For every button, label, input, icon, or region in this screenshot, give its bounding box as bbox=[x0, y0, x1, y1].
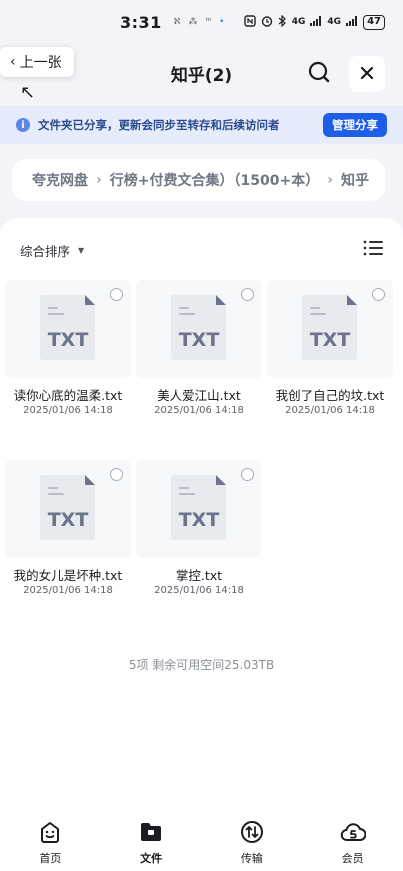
file-date: 2025/01/06 14:18 bbox=[154, 405, 244, 416]
share-notice-banner: i 文件夹已分享，更新会同步至转存和后续访问者 管理分享 bbox=[0, 106, 403, 144]
file-thumbnail[interactable]: TXT bbox=[267, 280, 393, 378]
file-thumbnail[interactable]: TXT bbox=[5, 460, 131, 558]
file-thumbnail[interactable]: TXT bbox=[136, 460, 262, 558]
nav-item-home[interactable]: 首页 bbox=[0, 820, 101, 871]
notification-dot-icon: • bbox=[219, 17, 225, 27]
list-view-icon[interactable] bbox=[363, 240, 383, 260]
breadcrumb-item[interactable]: 行榜+付费文合集）（1500+本） bbox=[110, 170, 319, 190]
select-radio[interactable] bbox=[110, 288, 123, 301]
home-face-icon bbox=[38, 820, 62, 847]
close-button[interactable] bbox=[349, 56, 385, 92]
previous-item-label: 上一张 bbox=[19, 55, 62, 71]
nav-label: 传输 bbox=[240, 852, 263, 865]
svg-text:TXT: TXT bbox=[179, 509, 220, 531]
txt-file-icon: TXT bbox=[39, 473, 97, 545]
folder-icon bbox=[139, 820, 163, 847]
previous-item-button[interactable]: ‹ 上一张 bbox=[0, 47, 74, 77]
signal-icon bbox=[310, 15, 322, 29]
notification-icon: ℵ bbox=[173, 17, 181, 27]
txt-file-icon: TXT bbox=[170, 473, 228, 545]
back-arrow-icon[interactable]: ↖ bbox=[20, 82, 35, 103]
nav-item-member[interactable]: 会员 bbox=[302, 820, 403, 871]
chevron-left-icon: ‹ bbox=[10, 54, 16, 70]
file-card[interactable]: TXT 美人爱江山.txt 2025/01/06 14:18 bbox=[136, 280, 262, 416]
sort-dropdown[interactable]: 综合排序 bbox=[20, 241, 70, 260]
notification-icons: ℵ ⁂ ᵐ • bbox=[174, 17, 225, 27]
share-notice-text: 文件夹已分享，更新会同步至转存和后续访问者 bbox=[38, 118, 280, 132]
file-date: 2025/01/06 14:18 bbox=[154, 585, 244, 596]
member-cloud-icon bbox=[340, 820, 367, 847]
file-thumbnail[interactable]: TXT bbox=[136, 280, 262, 378]
select-radio[interactable] bbox=[372, 288, 385, 301]
top-bar: ‹ 上一张 ↖ 知乎(2) bbox=[0, 44, 403, 103]
bottom-nav: 首页 文件 传输 会员 bbox=[0, 798, 403, 871]
status-bar: 3:31 ℵ ⁂ ᵐ • 4G 4G 47 bbox=[0, 0, 403, 44]
file-name: 掌控.txt bbox=[175, 568, 223, 583]
file-date: 2025/01/06 14:18 bbox=[23, 405, 113, 416]
txt-file-icon: TXT bbox=[301, 293, 359, 365]
file-name: 读你心底的温柔.txt bbox=[13, 388, 123, 403]
nav-item-transfer[interactable]: 传输 bbox=[202, 820, 303, 871]
breadcrumb: 夸克网盘 › 行榜+付费文合集）（1500+本） › 知乎 bbox=[12, 159, 385, 201]
svg-text:TXT: TXT bbox=[48, 509, 89, 531]
status-indicators: 4G 4G 47 bbox=[244, 14, 385, 30]
svg-text:TXT: TXT bbox=[310, 329, 351, 351]
search-icon bbox=[308, 61, 330, 87]
svg-text:TXT: TXT bbox=[179, 329, 220, 351]
transfer-icon bbox=[240, 820, 264, 847]
nav-label: 文件 bbox=[140, 852, 163, 865]
manage-share-button[interactable]: 管理分享 bbox=[323, 113, 387, 137]
header-actions bbox=[301, 56, 385, 92]
search-button[interactable] bbox=[301, 56, 337, 92]
file-card[interactable]: TXT 掌控.txt 2025/01/06 14:18 bbox=[136, 460, 262, 596]
info-icon: i bbox=[16, 118, 30, 132]
signal-icon bbox=[346, 15, 358, 29]
file-thumbnail[interactable]: TXT bbox=[5, 280, 131, 378]
nav-item-files[interactable]: 文件 bbox=[101, 820, 202, 871]
file-card[interactable]: TXT 我创了自己的坟.txt 2025/01/06 14:18 bbox=[267, 280, 393, 416]
select-radio[interactable] bbox=[241, 288, 254, 301]
txt-file-icon: TXT bbox=[170, 293, 228, 365]
nav-label: 首页 bbox=[39, 852, 62, 865]
sort-row: 综合排序 ▼ bbox=[0, 218, 403, 266]
bluetooth-icon bbox=[278, 14, 287, 30]
caret-down-icon[interactable]: ▼ bbox=[78, 246, 84, 255]
file-card[interactable]: TXT 我的女儿是坏种.txt 2025/01/06 14:18 bbox=[5, 460, 131, 596]
file-date: 2025/01/06 14:18 bbox=[285, 405, 375, 416]
breadcrumb-item[interactable]: 知乎 bbox=[341, 170, 369, 190]
file-panel: 综合排序 ▼ TXT 读你心底的温柔.txt 2025/01/06 14:18 … bbox=[0, 218, 403, 798]
chevron-right-icon: › bbox=[327, 172, 333, 188]
storage-summary: 5项 剩余可用空间25.03TB bbox=[128, 658, 275, 672]
breadcrumb-item[interactable]: 夸克网盘 bbox=[32, 170, 88, 190]
chevron-right-icon: › bbox=[96, 172, 102, 188]
status-time: 3:31 bbox=[120, 12, 162, 32]
network-type-2: 4G bbox=[327, 17, 342, 27]
network-type-1: 4G bbox=[291, 17, 306, 27]
battery-indicator: 47 bbox=[363, 14, 385, 30]
file-name: 美人爱江山.txt bbox=[157, 388, 241, 403]
nfc-icon bbox=[244, 14, 256, 30]
file-name: 我的女儿是坏种.txt bbox=[13, 568, 123, 583]
close-icon bbox=[360, 65, 374, 84]
svg-text:TXT: TXT bbox=[48, 329, 89, 351]
file-date: 2025/01/06 14:18 bbox=[23, 585, 113, 596]
file-card[interactable]: TXT 读你心底的温柔.txt 2025/01/06 14:18 bbox=[5, 280, 131, 416]
select-radio[interactable] bbox=[110, 468, 123, 481]
notification-icon: ⁂ bbox=[188, 17, 198, 27]
page-title: 知乎(2) bbox=[170, 65, 233, 86]
select-radio[interactable] bbox=[241, 468, 254, 481]
file-name: 我创了自己的坟.txt bbox=[275, 388, 385, 403]
notification-icon: ᵐ bbox=[205, 17, 212, 27]
nav-label: 会员 bbox=[341, 852, 364, 865]
alarm-icon bbox=[261, 15, 273, 30]
txt-file-icon: TXT bbox=[39, 293, 97, 365]
